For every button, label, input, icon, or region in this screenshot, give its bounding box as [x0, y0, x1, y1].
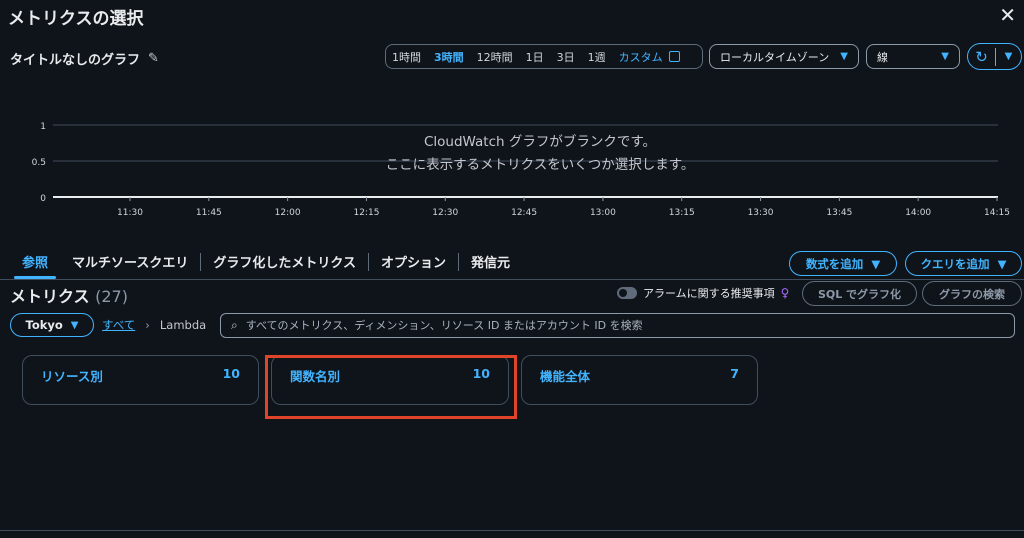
metrics-heading-text: メトリクス — [10, 287, 90, 306]
range-12h[interactable]: 12時間 — [477, 49, 513, 65]
card-count: 7 — [730, 366, 739, 381]
chart-x-axis: 11:30 11:45 12:00 12:15 12:30 12:45 13:00 13:15… — [117, 197, 1010, 218]
caret-down-icon: ▼ — [840, 51, 848, 62]
x-tick-label: 12:30 — [432, 208, 458, 218]
range-1w[interactable]: 1週 — [588, 49, 606, 65]
graph-type-select[interactable]: 線 ▼ — [866, 44, 960, 69]
footer-divider — [0, 530, 1024, 531]
graph-type-value: 線 — [877, 50, 888, 64]
range-3d[interactable]: 3日 — [557, 49, 575, 65]
search-input[interactable] — [245, 319, 986, 332]
metrics-heading: メトリクス (27) — [10, 283, 128, 307]
x-tick-label: 11:45 — [196, 208, 222, 218]
x-tick-label: 12:00 — [275, 208, 301, 218]
alarm-recommendation-toggle[interactable]: アラームに関する推奨事項 ♀ — [617, 285, 789, 301]
add-query-label: クエリを追加 — [920, 256, 990, 271]
add-math-label: 数式を追加 — [805, 256, 864, 271]
y-tick-label: 0.5 — [32, 158, 46, 168]
range-custom[interactable]: カスタム — [619, 49, 663, 65]
calendar-icon[interactable] — [668, 51, 680, 62]
timezone-select[interactable]: ローカルタイムゾーン ▼ — [709, 44, 859, 69]
graph-search-button[interactable]: グラフの検索 — [922, 281, 1022, 306]
dialog-title: メトリクスの選択 — [8, 9, 144, 29]
card-label: リソース別 — [41, 369, 103, 384]
x-tick-label: 12:45 — [511, 208, 537, 218]
sql-graph-button[interactable]: SQL でグラフ化 — [802, 281, 917, 306]
caret-down-icon: ▼ — [941, 51, 949, 62]
x-tick-label: 13:00 — [590, 208, 616, 218]
y-tick-label: 0 — [40, 194, 46, 204]
time-range-selector: 1時間 3時間 12時間 1日 3日 1週 カスタム — [385, 44, 703, 69]
tab-bar: 参照 マルチソースクエリ グラフ化したメトリクス オプション 発信元 — [10, 245, 522, 279]
range-1h[interactable]: 1時間 — [392, 49, 421, 65]
caret-down-icon: ▼ — [997, 256, 1007, 271]
refresh-button-group: ↻ ▼ — [967, 43, 1022, 70]
breadcrumb-current: Lambda — [159, 318, 207, 332]
add-math-button[interactable]: 数式を追加 ▼ — [789, 251, 897, 276]
x-tick-label: 14:15 — [984, 208, 1010, 218]
graph-title: タイトルなしのグラフ ✎ — [10, 49, 159, 68]
graph-title-text: タイトルなしのグラフ — [10, 53, 141, 68]
breadcrumb-all[interactable]: すべて — [102, 317, 135, 333]
tab-underline — [0, 279, 1024, 280]
tab-multi-source[interactable]: マルチソースクエリ — [60, 245, 200, 279]
x-tick-label: 13:30 — [748, 208, 774, 218]
region-select[interactable]: Tokyo ▼ — [10, 313, 94, 337]
range-1d[interactable]: 1日 — [526, 49, 544, 65]
x-tick-label: 14:00 — [905, 208, 931, 218]
namespace-card-across-functions[interactable]: 機能全体 7 — [521, 355, 758, 405]
lightbulb-icon: ♀ — [780, 286, 790, 300]
metrics-search: ⌕ — [220, 313, 1015, 338]
x-tick-label: 13:45 — [826, 208, 852, 218]
tab-graphed-metrics[interactable]: グラフ化したメトリクス — [201, 245, 368, 279]
tab-browse[interactable]: 参照 — [10, 245, 60, 279]
breadcrumb: すべて › Lambda — [102, 317, 206, 333]
tab-options[interactable]: オプション — [369, 245, 458, 279]
x-tick-label: 12:15 — [353, 208, 379, 218]
range-3h[interactable]: 3時間 — [434, 49, 464, 65]
search-icon: ⌕ — [231, 318, 238, 332]
highlight-annotation — [265, 355, 517, 419]
refresh-icon[interactable]: ↻ — [968, 47, 996, 66]
region-value: Tokyo — [25, 318, 63, 332]
tab-source[interactable]: 発信元 — [459, 245, 522, 279]
close-icon[interactable]: ✕ — [999, 3, 1016, 27]
x-tick-label: 11:30 — [117, 208, 143, 218]
chart-y-axis: 10.50 — [32, 122, 47, 204]
empty-line-1: CloudWatch グラフがブランクです。 — [423, 134, 657, 150]
refresh-menu-icon[interactable]: ▼ — [996, 51, 1021, 62]
card-count: 10 — [222, 366, 240, 381]
metrics-count: (27) — [95, 287, 128, 306]
namespace-card-by-resource[interactable]: リソース別 10 — [22, 355, 259, 405]
caret-down-icon: ▼ — [70, 319, 79, 331]
add-query-button[interactable]: クエリを追加 ▼ — [905, 251, 1022, 276]
empty-chart-message: CloudWatch グラフがブランクです。 ここに表示するメトリクスをいくつか… — [300, 131, 780, 177]
x-tick-label: 13:15 — [669, 208, 695, 218]
alarm-toggle-label: アラームに関する推奨事項 — [643, 287, 775, 300]
empty-line-2: ここに表示するメトリクスをいくつか選択します。 — [385, 157, 695, 173]
toggle-switch[interactable] — [617, 287, 637, 299]
chevron-right-icon: › — [145, 318, 150, 332]
timezone-value: ローカルタイムゾーン — [720, 50, 830, 64]
pencil-icon[interactable]: ✎ — [148, 51, 159, 66]
card-label: 機能全体 — [540, 369, 591, 384]
caret-down-icon: ▼ — [871, 256, 881, 271]
y-tick-label: 1 — [40, 122, 46, 132]
